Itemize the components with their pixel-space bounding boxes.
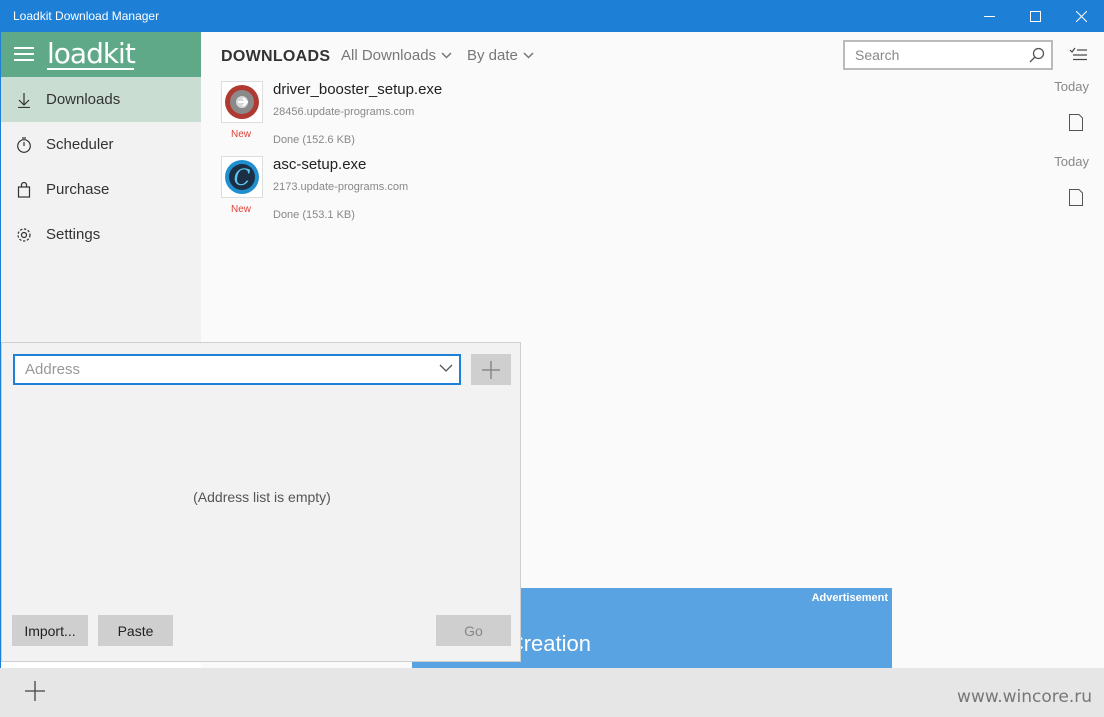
add-address-button[interactable] (471, 354, 511, 385)
download-status: Done (153.1 KB) (273, 209, 355, 221)
close-button[interactable] (1058, 0, 1104, 32)
maximize-button[interactable] (1012, 0, 1058, 32)
sort-label: By date (467, 47, 518, 64)
sidebar-item-scheduler[interactable]: Scheduler (1, 122, 201, 167)
sidebar-item-purchase[interactable]: Purchase (1, 167, 201, 212)
address-input[interactable] (15, 356, 415, 383)
empty-list-message: (Address list is empty) (193, 489, 331, 505)
chevron-down-icon (523, 52, 534, 59)
sidebar-header: loadkit (1, 32, 201, 77)
new-badge: New (231, 204, 252, 215)
file-host: 28456.update-programs.com (273, 106, 415, 118)
new-badge: New (231, 129, 252, 140)
sidebar-item-label: Settings (46, 226, 101, 243)
page-title: DOWNLOADS (221, 48, 331, 65)
title-bar: Loadkit Download Manager (0, 0, 1104, 32)
search-box (843, 40, 1053, 70)
sort-dropdown[interactable]: By date (467, 47, 534, 64)
sidebar-item-label: Purchase (46, 181, 110, 198)
chevron-down-icon[interactable] (439, 364, 453, 373)
download-icon (1, 92, 46, 108)
download-item[interactable]: New driver_booster_setup.exe 28456.updat… (219, 79, 1089, 156)
filter-dropdown[interactable]: All Downloads (341, 47, 452, 64)
app-logo: loadkit (47, 37, 136, 70)
close-icon (1075, 10, 1087, 22)
timer-icon (1, 136, 46, 153)
plus-icon (482, 360, 500, 379)
file-icon[interactable] (1069, 189, 1083, 206)
chevron-down-icon (441, 52, 452, 59)
add-download-icon[interactable] (24, 680, 46, 702)
paste-button[interactable]: Paste (98, 615, 173, 646)
bottom-bar: www.wincore.ru (0, 668, 1104, 717)
logo-underline (47, 68, 134, 70)
minimize-button[interactable] (966, 0, 1012, 32)
advertisement-label: Advertisement (811, 592, 888, 604)
import-button[interactable]: Import... (12, 615, 88, 646)
hamburger-menu-icon[interactable] (14, 47, 34, 63)
window-title: Loadkit Download Manager (13, 9, 160, 23)
sidebar: loadkit Downloads Scheduler Purchase Set… (1, 32, 201, 342)
file-host: 2173.update-programs.com (273, 181, 409, 193)
gear-icon (1, 227, 46, 243)
watermark: www.wincore.ru (957, 687, 1092, 707)
sidebar-item-downloads[interactable]: Downloads (1, 77, 201, 122)
list-view-icon[interactable] (1069, 47, 1087, 61)
download-date: Today (1054, 79, 1089, 94)
file-name: asc-setup.exe (273, 156, 367, 173)
search-input[interactable] (845, 42, 1015, 68)
maximize-icon (1029, 10, 1041, 22)
address-popup: (Address list is empty) Import... Paste … (1, 342, 521, 662)
search-icon[interactable] (1029, 47, 1045, 63)
file-icon[interactable] (1069, 114, 1083, 131)
sidebar-item-settings[interactable]: Settings (1, 212, 201, 257)
svg-text:C: C (234, 166, 251, 191)
download-item[interactable]: C New asc-setup.exe 2173.update-programs… (219, 154, 1089, 231)
sidebar-item-label: Downloads (46, 91, 121, 108)
driver-booster-app-icon (221, 81, 263, 123)
download-status: Done (152.6 KB) (273, 134, 355, 146)
address-box (13, 354, 461, 385)
minimize-icon (983, 15, 995, 17)
go-button[interactable]: Go (436, 615, 511, 646)
sidebar-item-label: Scheduler (46, 136, 114, 153)
download-date: Today (1054, 154, 1089, 169)
advanced-systemcare-app-icon: C (221, 156, 263, 198)
filter-label: All Downloads (341, 47, 437, 64)
bag-icon (1, 181, 46, 198)
file-name: driver_booster_setup.exe (273, 81, 443, 98)
